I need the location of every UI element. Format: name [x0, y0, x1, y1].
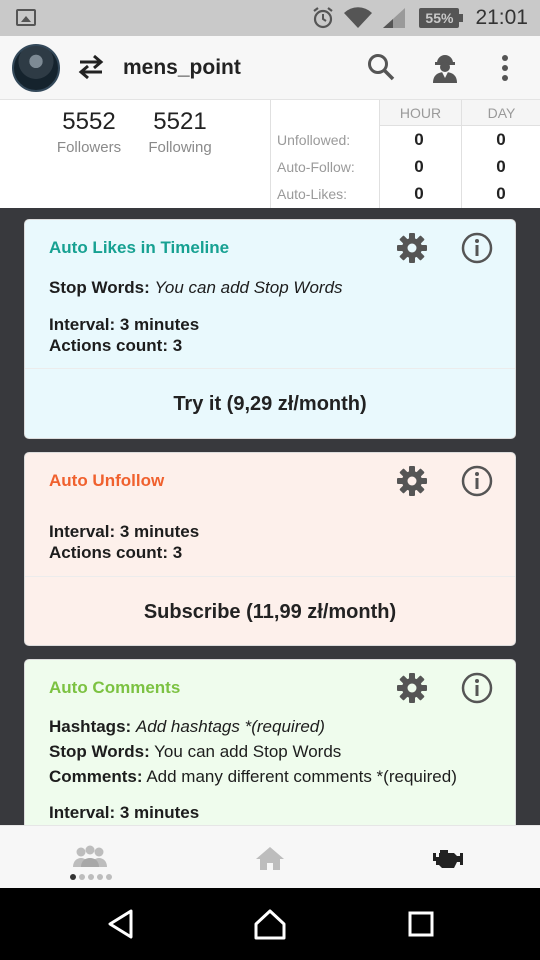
tab-engine[interactable] [360, 826, 540, 889]
stop-words-value: You can add Stop Words [154, 742, 342, 761]
tab-home[interactable] [180, 826, 360, 889]
comments-value: Add many different comments *(required) [146, 767, 457, 786]
engine-icon [433, 850, 463, 868]
stop-words-value: You can add Stop Words [154, 278, 343, 297]
bottom-tab-bar [0, 825, 540, 888]
hashtags-key: Hashtags: [49, 717, 132, 736]
wifi-icon [343, 6, 373, 30]
actions-text: Actions count: 3 [49, 543, 183, 562]
try-it-button[interactable]: Try it (9,29 zł/month) [25, 368, 515, 438]
comments-line[interactable]: Comments: Add many different comments *(… [49, 767, 457, 787]
settings-gear-icon[interactable] [395, 671, 429, 710]
auto-likes-card: Auto Likes in Timeline Stop Words: You c… [24, 219, 516, 439]
following-label: Following [148, 139, 212, 156]
avatar[interactable] [12, 44, 60, 92]
following-stat[interactable]: 5521 Following [140, 108, 220, 156]
username[interactable]: mens_point [123, 56, 241, 80]
table-row-auto-follow: Auto-Follow: 0 0 [271, 154, 540, 181]
interval-line: Interval: 3 minutes [49, 803, 199, 823]
battery-icon: 55% [419, 8, 464, 28]
settings-gear-icon[interactable] [395, 464, 429, 503]
hashtags-value: Add hashtags *(required) [135, 717, 325, 736]
auto-comments-card: Auto Comments Hashtags: Add hashtags *(r… [24, 659, 516, 839]
row-hour-value: 0 [414, 157, 424, 176]
table-row-auto-likes: Auto-Likes: 0 0 [271, 181, 540, 208]
activity-table: HOUR DAY Unfollowed: 0 0 Auto-Follow: 0 … [270, 100, 540, 208]
row-day-value: 0 [496, 157, 506, 176]
subscribe-button[interactable]: Subscribe (11,99 zł/month) [25, 576, 515, 645]
card-title: Auto Unfollow [49, 471, 165, 490]
status-bar: 55% 21:01 [0, 0, 540, 36]
back-icon[interactable] [106, 908, 136, 945]
following-count: 5521 [153, 108, 207, 135]
followers-count: 5552 [62, 108, 116, 135]
hour-column-header: HOUR [379, 100, 461, 126]
clock: 21:01 [475, 6, 528, 29]
row-day-value: 0 [496, 184, 506, 203]
row-day-value: 0 [496, 130, 506, 149]
row-label: Unfollowed: [277, 132, 351, 148]
worker-profile-icon[interactable] [428, 50, 462, 89]
recents-icon[interactable] [407, 908, 435, 945]
card-title: Auto Comments [49, 678, 181, 697]
day-column-header: DAY [461, 100, 540, 126]
hashtags-line[interactable]: Hashtags: Add hashtags *(required) [49, 717, 325, 737]
alarm-icon [311, 6, 335, 30]
card-title: Auto Likes in Timeline [49, 238, 230, 257]
image-notification-icon [16, 9, 36, 26]
table-row-unfollowed: Unfollowed: 0 0 [271, 127, 540, 154]
signal-icon [381, 6, 407, 30]
home-icon [256, 847, 284, 870]
people-icon [73, 845, 107, 867]
search-icon[interactable] [366, 52, 396, 87]
info-icon[interactable] [461, 672, 493, 709]
followers-stat[interactable]: 5552 Followers [49, 108, 129, 156]
app-bar: mens_point [0, 36, 540, 100]
page-indicator [70, 874, 112, 880]
actions-line: Actions count: 3 [49, 336, 182, 356]
row-hour-value: 0 [414, 130, 424, 149]
system-navigation-bar [0, 888, 540, 960]
comments-key: Comments: [49, 767, 143, 786]
stop-words-line[interactable]: Stop Words: You can add Stop Words [49, 278, 343, 298]
stop-words-key: Stop Words: [49, 742, 150, 761]
followers-label: Followers [56, 139, 122, 156]
actions-text: Actions count: 3 [49, 336, 183, 355]
tab-people[interactable] [0, 826, 180, 889]
interval-line: Interval: 3 minutes [49, 522, 199, 542]
more-options-icon[interactable] [500, 54, 510, 87]
row-label: Auto-Likes: [277, 186, 348, 202]
interval-line: Interval: 3 minutes [49, 315, 199, 335]
info-icon[interactable] [461, 232, 493, 269]
info-icon[interactable] [461, 465, 493, 502]
actions-line: Actions count: 3 [49, 543, 182, 563]
interval-text: Interval: 3 minutes [49, 522, 200, 541]
row-hour-value: 0 [414, 184, 424, 203]
stop-words-key: Stop Words: [49, 278, 150, 297]
row-label: Auto-Follow: [277, 159, 355, 175]
settings-gear-icon[interactable] [395, 231, 429, 270]
switch-account-icon[interactable] [76, 54, 106, 85]
interval-text: Interval: 3 minutes [49, 315, 200, 334]
battery-level: 55% [421, 10, 458, 26]
home-button-icon[interactable] [253, 908, 287, 945]
stop-words-line[interactable]: Stop Words: You can add Stop Words [49, 742, 341, 762]
stats-panel: 5552 Followers 5521 Following HOUR DAY U… [0, 100, 540, 208]
interval-text: Interval: 3 minutes [49, 803, 200, 822]
auto-unfollow-card: Auto Unfollow Interval: 3 minutes Action… [24, 452, 516, 646]
